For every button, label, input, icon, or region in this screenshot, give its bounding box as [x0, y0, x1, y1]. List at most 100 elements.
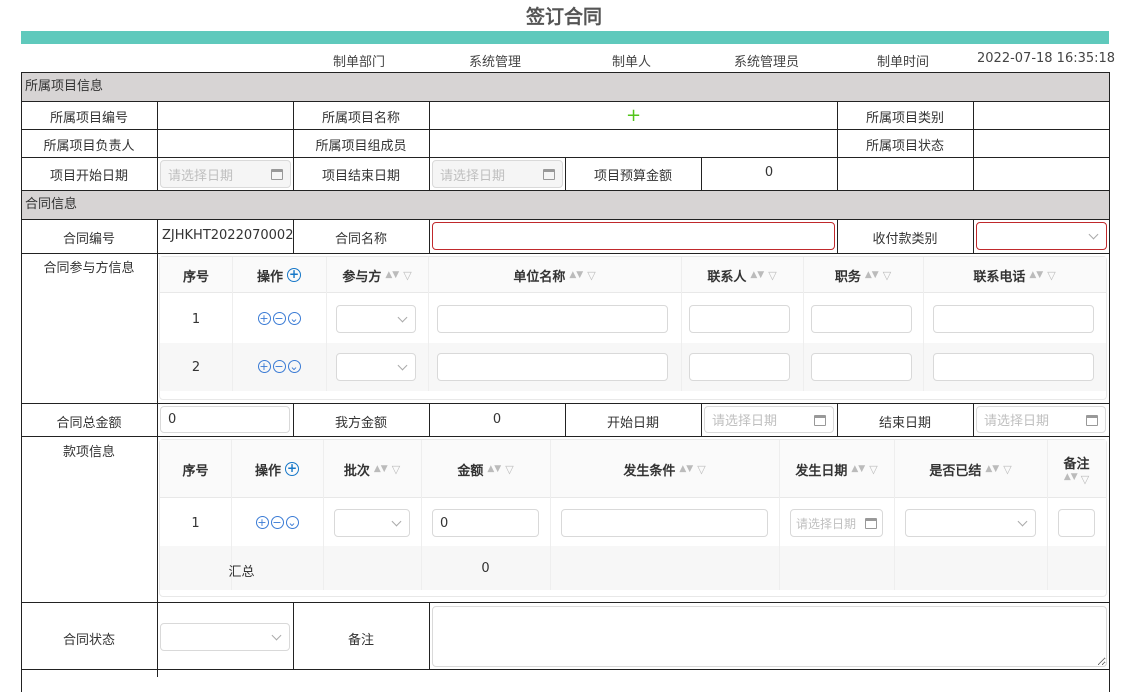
grid-line [157, 101, 158, 190]
expand-row-icon[interactable]: ⌄ [287, 312, 301, 325]
grid-line [21, 253, 1110, 254]
page-title: 签订合同 [525, 6, 602, 28]
add-row-icon[interactable]: + [285, 462, 299, 476]
parties-table: 序号 操作 + 参与方 ▲▼ ▽ 单位名称 ▲▼ ▽ 联系人 ▲▼ ▽ 职务 ▲▼ ▽ 联系电话 ▲… [159, 256, 1107, 400]
col-header-amount[interactable]: 金额 ▲▼ ▽ [421, 440, 550, 498]
maker-value: 系统管理员 [734, 55, 800, 70]
filter-icon[interactable]: ▽ [1081, 473, 1089, 486]
contract-section-header: 合同信息 [22, 191, 1109, 219]
end-date-label: 结束日期 [878, 416, 931, 431]
sort-icon[interactable]: ▲▼ [865, 271, 879, 280]
add-row-icon[interactable]: + [257, 312, 271, 325]
filter-icon[interactable]: ▽ [697, 463, 705, 476]
col-header-phone[interactable]: 联系电话 ▲▼ ▽ [923, 257, 1106, 293]
phone-input[interactable] [933, 305, 1094, 333]
remove-row-icon[interactable]: − [272, 312, 286, 325]
row-actions: + − ⌄ [231, 515, 323, 530]
filter-icon[interactable]: ▽ [587, 269, 595, 282]
col-header-date[interactable]: 发生日期 ▲▼ ▽ [779, 440, 894, 498]
col-header-no: 序号 [182, 463, 209, 479]
project-start-date-picker[interactable]: 请选择日期 [160, 160, 291, 188]
sort-icon[interactable]: ▲▼ [385, 271, 399, 280]
add-row-icon[interactable]: + [287, 268, 301, 282]
settled-select[interactable] [905, 509, 1036, 537]
grid-line [973, 101, 974, 190]
chevron-down-icon [397, 360, 408, 371]
grid-line [21, 129, 1110, 130]
row-number: 2 [191, 360, 201, 375]
date-placeholder: 请选择日期 [712, 414, 778, 429]
expand-row-icon[interactable]: ⌄ [285, 516, 299, 529]
grid-line [973, 219, 974, 253]
sort-icon[interactable]: ▲▼ [985, 465, 999, 474]
col-header-settled[interactable]: 是否已结 ▲▼ ▽ [894, 440, 1047, 498]
sort-icon[interactable]: ▲▼ [1029, 271, 1043, 280]
parties-label: 合同参与方信息 [43, 261, 135, 276]
filter-icon[interactable]: ▽ [1047, 269, 1055, 282]
contact-input[interactable] [689, 305, 790, 333]
filter-icon[interactable]: ▽ [505, 463, 513, 476]
calendar-icon [865, 518, 877, 529]
project-end-date-picker[interactable]: 请选择日期 [432, 160, 563, 188]
total-amount-input[interactable]: 0 [160, 406, 290, 433]
sort-icon[interactable]: ▲▼ [569, 271, 583, 280]
payment-label: 款项信息 [62, 445, 115, 460]
org-name-input[interactable] [437, 305, 668, 333]
sort-icon[interactable]: ▲▼ [374, 465, 388, 474]
condition-input[interactable] [561, 509, 768, 537]
position-input[interactable] [811, 353, 912, 381]
start-date-picker[interactable]: 请选择日期 [704, 406, 834, 433]
filter-icon[interactable]: ▽ [392, 463, 400, 476]
contract-status-select[interactable] [160, 623, 290, 651]
remark-textarea[interactable] [432, 606, 1107, 667]
add-row-icon[interactable]: + [257, 360, 271, 373]
project-status-label: 所属项目状态 [865, 139, 944, 154]
sort-icon[interactable]: ▲▼ [851, 465, 865, 474]
filter-icon[interactable]: ▽ [1003, 463, 1011, 476]
contract-name-input[interactable] [432, 222, 835, 250]
end-date-picker[interactable]: 请选择日期 [976, 406, 1106, 433]
pay-type-label: 收付款类别 [872, 232, 938, 247]
amount-input[interactable]: 0 [432, 509, 539, 537]
remove-row-icon[interactable]: − [272, 360, 286, 373]
col-header-condition[interactable]: 发生条件 ▲▼ ▽ [550, 440, 779, 498]
col-header-batch[interactable]: 批次 ▲▼ ▽ [323, 440, 421, 498]
grid-line [429, 219, 430, 253]
remark-input[interactable] [1058, 509, 1095, 537]
sort-icon[interactable]: ▲▼ [1064, 472, 1078, 486]
expand-row-icon[interactable]: ⌄ [287, 360, 301, 373]
col-header-position[interactable]: 职务 ▲▼ ▽ [803, 257, 923, 293]
maker-label: 制单人 [612, 55, 652, 70]
col-header-party[interactable]: 参与方 ▲▼ ▽ [326, 257, 428, 293]
occur-date-picker[interactable]: 请选择日期 [790, 509, 883, 537]
col-header-ops: 操作 + [256, 267, 301, 285]
filter-icon[interactable]: ▽ [869, 463, 877, 476]
filter-icon[interactable]: ▽ [768, 269, 776, 282]
party-select[interactable] [336, 353, 416, 381]
sort-icon[interactable]: ▲▼ [679, 465, 693, 474]
add-project-icon[interactable]: + [626, 107, 641, 125]
col-header-remark[interactable]: 备注 ▲▼ ▽ [1047, 440, 1106, 498]
remove-row-icon[interactable]: − [270, 516, 284, 529]
filter-icon[interactable]: ▽ [883, 269, 891, 282]
project-budget-label: 项目预算金额 [593, 169, 672, 184]
sort-icon[interactable]: ▲▼ [750, 271, 764, 280]
col-header-contact[interactable]: 联系人 ▲▼ ▽ [681, 257, 803, 293]
org-name-input[interactable] [437, 353, 668, 381]
position-input[interactable] [811, 305, 912, 333]
phone-input[interactable] [933, 353, 1094, 381]
project-section-header: 所属项目信息 [22, 73, 1109, 101]
filter-icon[interactable]: ▽ [403, 269, 411, 282]
pay-type-select[interactable] [976, 222, 1107, 250]
grid-line [21, 436, 1110, 437]
add-row-icon[interactable]: + [255, 516, 269, 529]
chevron-down-icon [391, 516, 402, 527]
contact-input[interactable] [689, 353, 790, 381]
total-amount-label: 合同总金额 [56, 416, 122, 431]
col-header-org[interactable]: 单位名称 ▲▼ ▽ [428, 257, 681, 293]
grid-line [429, 101, 430, 190]
sort-icon[interactable]: ▲▼ [487, 465, 501, 474]
party-select[interactable] [336, 305, 416, 333]
batch-select[interactable] [334, 509, 410, 537]
contract-status-label: 合同状态 [62, 633, 115, 648]
